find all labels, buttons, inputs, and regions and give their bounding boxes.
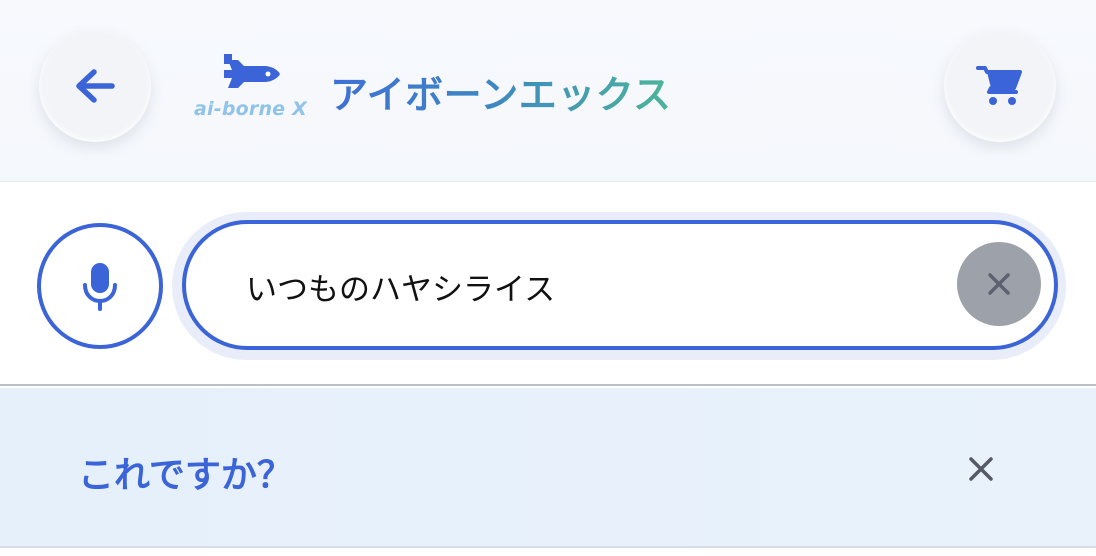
search-input[interactable] bbox=[246, 256, 926, 316]
close-icon bbox=[969, 457, 993, 481]
shopping-cart-icon bbox=[976, 66, 1022, 105]
app-logo: ai-borne X bbox=[192, 48, 310, 128]
search-field[interactable] bbox=[182, 220, 1058, 350]
app-header: ai-borne X アイボーンエックス bbox=[0, 0, 1096, 182]
voice-input-button[interactable] bbox=[37, 223, 163, 349]
brand-title: アイボーンエックス bbox=[330, 64, 672, 119]
back-button[interactable] bbox=[39, 30, 151, 142]
arrow-left-icon bbox=[76, 69, 115, 103]
suggestion-close-button[interactable] bbox=[956, 444, 1006, 494]
space-shuttle-icon bbox=[224, 54, 280, 88]
logo-text: ai-borne X bbox=[194, 98, 307, 120]
suggestion-bar: これですか？ bbox=[0, 388, 1096, 548]
cart-button[interactable] bbox=[944, 30, 1056, 142]
clear-search-button[interactable] bbox=[957, 242, 1041, 326]
bottom-strip bbox=[0, 548, 1096, 556]
suggestion-title: これですか？ bbox=[78, 455, 293, 496]
close-icon bbox=[988, 273, 1010, 295]
microphone-icon bbox=[83, 263, 117, 311]
search-row bbox=[0, 183, 1096, 386]
